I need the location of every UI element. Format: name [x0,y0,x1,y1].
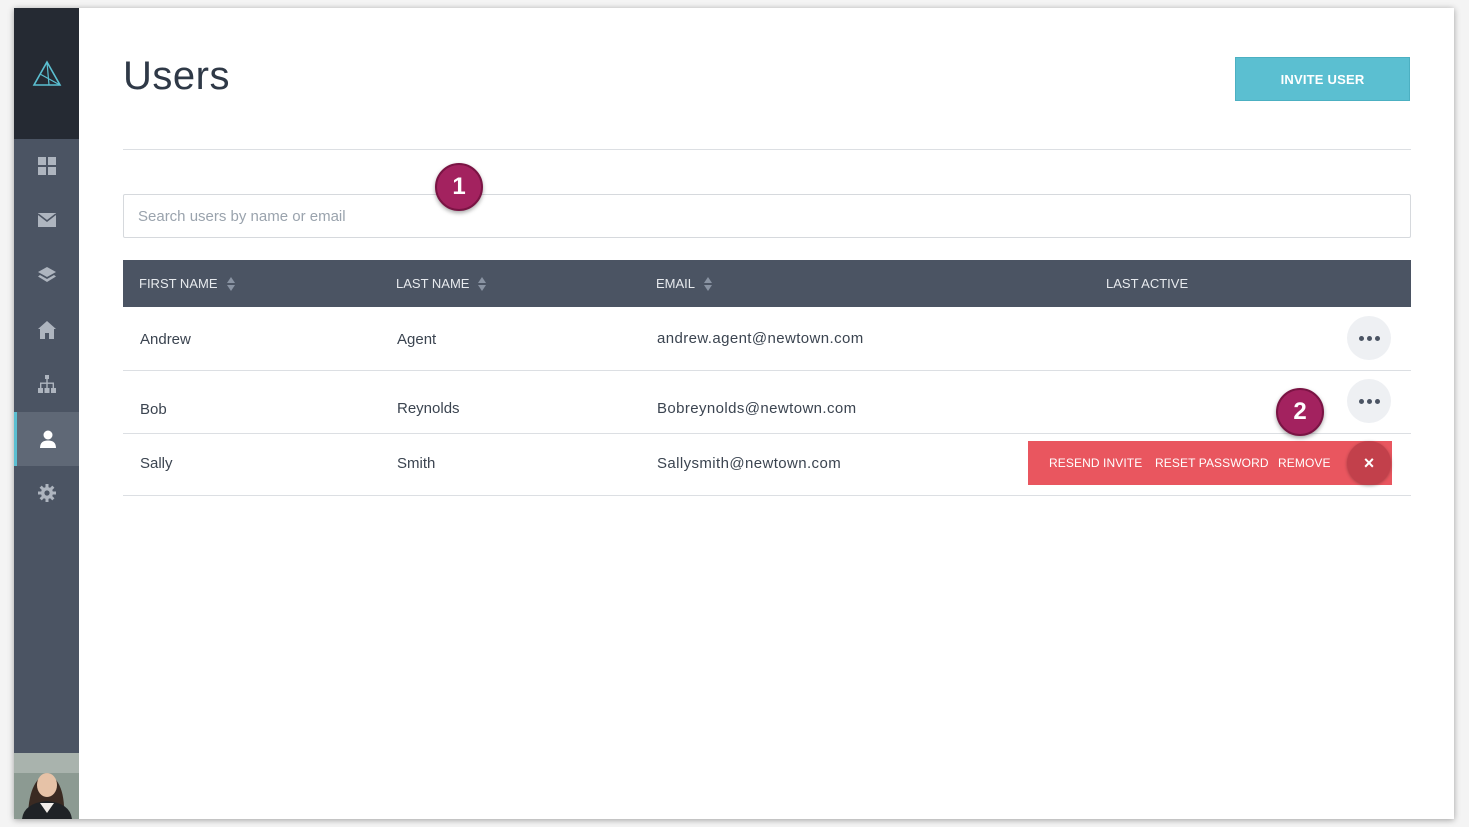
first-name-cell: Bob [140,401,167,418]
first-name-cell: Sally [140,455,173,472]
sidebar-item-mail[interactable] [14,193,79,247]
email-cell: Sallysmith@newtown.com [657,455,842,472]
sidebar-item-layers[interactable] [14,248,79,302]
email-cell: andrew.agent@newtown.com [657,330,864,347]
sort-icon[interactable] [478,276,487,291]
last-name-cell: Reynolds [397,400,460,417]
divider [123,149,1411,150]
dot [1358,335,1364,341]
dot [1366,398,1372,404]
sidebar-item-organization[interactable] [14,357,79,411]
avatar[interactable] [14,753,79,819]
mail-icon [37,213,56,227]
sort-icon[interactable] [226,276,235,291]
dot [1358,398,1364,404]
org-chart-icon [37,375,56,393]
close-actions-button[interactable]: × [1347,441,1391,485]
annotation-marker-1: 1 [435,163,483,211]
column-label: LAST NAME [396,276,470,291]
sidebar-item-settings[interactable] [14,466,79,520]
more-options-button[interactable] [1347,379,1391,423]
more-options-button[interactable] [1347,316,1391,360]
invite-user-button[interactable]: INVITE USER [1235,57,1410,101]
first-name-cell: Andrew [140,331,191,348]
dashboard-icon [37,157,56,175]
column-header-email[interactable]: EMAIL [656,260,713,307]
logo[interactable] [14,8,79,139]
last-name-cell: Smith [397,455,436,472]
gear-icon [37,484,56,502]
home-icon [37,321,56,339]
app-window: Users INVITE USER 1 FIRST NAME LAST NAME… [14,8,1454,819]
logo-icon [32,59,61,86]
table-row: Andrew Agent andrew.agent@newtown.com [123,307,1411,371]
main-content: Users INVITE USER 1 FIRST NAME LAST NAME… [79,8,1454,819]
user-icon [40,430,56,448]
profile-photo [14,753,79,819]
dot [1374,335,1380,341]
sidebar-item-users[interactable] [14,412,79,466]
last-name-cell: Agent [397,331,437,348]
remove-button[interactable]: REMOVE [1278,441,1331,485]
sort-icon[interactable] [704,276,713,291]
column-label: FIRST NAME [139,276,218,291]
annotation-marker-2: 2 [1276,388,1324,436]
table-row: Bob Reynolds Bobreynolds@newtown.com [123,371,1411,434]
column-label: EMAIL [656,276,696,291]
layers-icon [37,267,56,282]
sidebar-item-dashboard[interactable] [14,139,79,193]
dot [1374,398,1380,404]
email-cell: Bobreynolds@newtown.com [657,400,857,417]
page-title: Users [123,54,230,98]
sidebar [14,8,79,819]
search-input[interactable] [123,194,1411,238]
sidebar-item-home[interactable] [14,303,79,357]
dot [1366,335,1372,341]
column-header-first-name[interactable]: FIRST NAME [139,260,235,307]
column-label: LAST ACTIVE [1106,276,1189,291]
reset-password-button[interactable]: RESET PASSWORD [1155,441,1269,485]
row-actions-bar: RESEND INVITE RESET PASSWORD REMOVE [1028,441,1392,485]
column-header-last-name[interactable]: LAST NAME [396,260,487,307]
table-header: FIRST NAME LAST NAME EMAIL LAST ACTIVE [123,260,1411,307]
resend-invite-button[interactable]: RESEND INVITE [1049,441,1142,485]
column-header-last-active: LAST ACTIVE [1106,260,1188,307]
